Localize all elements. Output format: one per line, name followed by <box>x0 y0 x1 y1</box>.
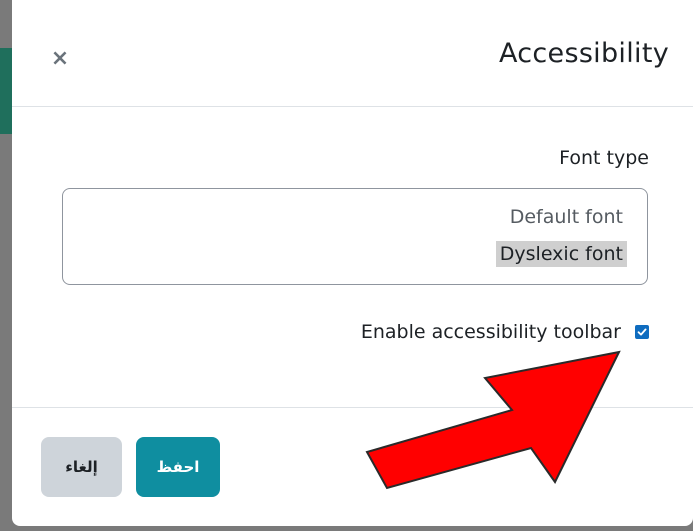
close-button[interactable]: × <box>48 45 72 73</box>
save-button[interactable]: احفظ <box>136 437 220 497</box>
font-option-default[interactable]: Default font <box>506 204 627 230</box>
page-accent-bar <box>0 48 12 134</box>
font-type-label: Font type <box>559 147 649 169</box>
toolbar-label: Enable accessibility toolbar <box>360 321 621 343</box>
cancel-button[interactable]: إلغاء <box>41 437 122 497</box>
close-icon: × <box>50 46 70 71</box>
modal-title: Accessibility <box>498 38 669 69</box>
modal-body: Font type Default font Dyslexic font Ena… <box>12 107 693 407</box>
font-type-select[interactable]: Default font Dyslexic font <box>62 188 648 285</box>
font-option-dyslexic[interactable]: Dyslexic font <box>495 241 627 267</box>
enable-toolbar-checkbox[interactable] <box>635 325 649 339</box>
accessibility-modal: × Accessibility Font type Default font D… <box>12 0 693 526</box>
modal-footer: إلغاء احفظ <box>12 407 693 526</box>
modal-header: × Accessibility <box>12 0 693 107</box>
checkmark-icon <box>637 328 647 336</box>
toolbar-setting-row: Enable accessibility toolbar <box>361 317 649 347</box>
